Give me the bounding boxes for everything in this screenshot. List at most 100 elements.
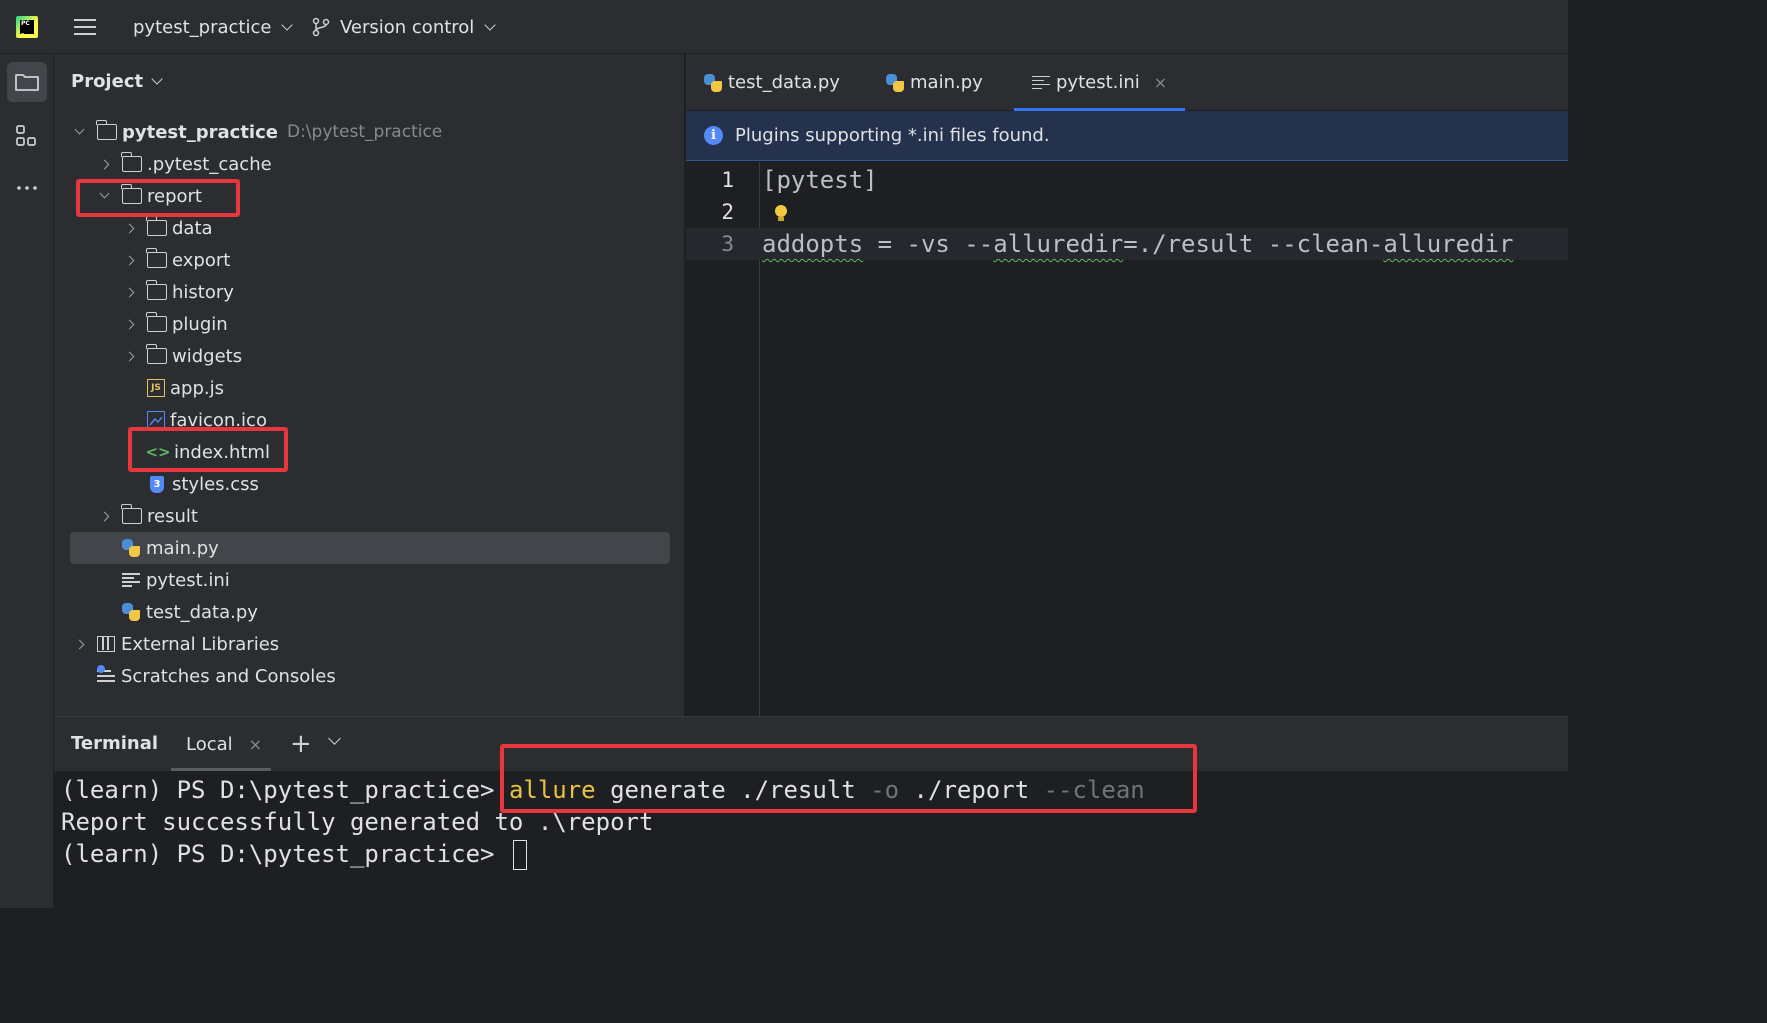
expand-arrow-icon[interactable] — [124, 255, 135, 265]
code-line-3[interactable]: 3 addopts = -vs --alluredir=./result --c… — [686, 228, 1568, 260]
tree-item-root[interactable]: pytest_practice D:\pytest_practice — [70, 116, 670, 148]
structure-icon — [16, 125, 36, 146]
tree-item-label: pytest_practice — [122, 121, 278, 143]
python-file-icon — [122, 603, 140, 621]
project-switcher[interactable]: pytest_practice — [133, 0, 294, 54]
expand-arrow-icon[interactable] — [124, 351, 135, 361]
folder-icon — [146, 280, 167, 300]
tree-item-label: styles.css — [172, 473, 259, 495]
expand-arrow-icon[interactable] — [99, 511, 110, 521]
tree-item-label: test_data.py — [146, 601, 258, 623]
expand-arrow-icon[interactable] — [124, 319, 135, 329]
python-icon — [886, 73, 904, 92]
tree-item-history[interactable]: history — [70, 276, 670, 308]
expand-arrow-icon[interactable] — [124, 223, 135, 233]
code-editor[interactable]: 1 [pytest] 2 3 addopts = -vs --alluredir… — [686, 162, 1568, 716]
folder-icon — [146, 248, 167, 268]
tree-item-test-data-py[interactable]: test_data.py — [70, 596, 670, 628]
tab-label: Local — [186, 733, 233, 755]
tree-item-label: External Libraries — [121, 633, 280, 655]
python-icon — [704, 73, 722, 92]
prompt: (learn) PS D:\pytest_practice> — [61, 776, 509, 804]
expand-arrow-icon[interactable] — [99, 159, 110, 169]
line-text: addopts = -vs --alluredir=./result --cle… — [762, 230, 1513, 258]
folder-icon — [15, 74, 39, 91]
expand-arrow-icon[interactable] — [74, 639, 85, 649]
code-line-2[interactable]: 2 — [686, 196, 1568, 228]
tab-test-data-py[interactable]: test_data.py — [704, 54, 840, 111]
tree-item-pytest-cache[interactable]: .pytest_cache — [70, 148, 670, 180]
lightbulb-icon[interactable] — [775, 205, 787, 221]
ini-file-icon — [1032, 75, 1050, 90]
editor-tabs: test_data.py main.py pytest.ini × — [686, 54, 1568, 111]
tree-item-label: Scratches and Consoles — [121, 665, 336, 687]
project-panel-header[interactable]: Project — [71, 71, 163, 92]
project-name: pytest_practice — [133, 16, 272, 38]
chevron-down-icon — [484, 18, 496, 31]
folder-icon — [146, 312, 167, 332]
code-fragment: =./result --clean- — [1123, 230, 1384, 258]
tab-label: pytest.ini — [1056, 72, 1140, 93]
library-icon — [97, 636, 115, 652]
tab-pytest-ini[interactable]: pytest.ini × — [1014, 54, 1186, 111]
highlight-box-report — [76, 179, 240, 217]
tree-item-result[interactable]: result — [70, 500, 670, 532]
pycharm-logo-icon[interactable]: PC _ — [16, 16, 38, 38]
tab-main-py[interactable]: main.py — [886, 54, 983, 111]
tree-item-external-libraries[interactable]: External Libraries — [70, 628, 670, 660]
structure-tool-button[interactable] — [7, 116, 47, 156]
tree-item-widgets[interactable]: widgets — [70, 340, 670, 372]
tree-item-export[interactable]: export — [70, 244, 670, 276]
notification-banner: i Plugins supporting *.ini files found. — [686, 111, 1568, 161]
tree-item-plugin[interactable]: plugin — [70, 308, 670, 340]
tab-label: test_data.py — [728, 72, 840, 93]
terminal-panel: Terminal Local × + (learn) PS D:\pytest_… — [54, 716, 1568, 908]
chevron-down-icon[interactable] — [328, 732, 341, 745]
banner-text: Plugins supporting *.ini files found. — [735, 125, 1050, 146]
vcs-label: Version control — [340, 16, 475, 38]
tree-item-pytest-ini[interactable]: pytest.ini — [70, 564, 670, 596]
tree-item-label: app.js — [170, 377, 224, 399]
folder-icon — [146, 344, 167, 364]
tree-item-styles-css[interactable]: 3 styles.css — [70, 468, 670, 500]
code-fragment: = -vs -- — [863, 230, 994, 258]
more-icon — [17, 186, 37, 190]
tab-label: main.py — [910, 72, 983, 93]
panel-title: Project — [71, 71, 144, 92]
folder-icon — [146, 216, 167, 236]
css-file-icon: 3 — [150, 475, 164, 493]
line-number: 3 — [721, 232, 734, 256]
javascript-file-icon: JS — [147, 379, 165, 397]
highlight-box-index-html — [128, 427, 288, 472]
chevron-down-icon — [281, 18, 294, 31]
more-tools-button[interactable] — [7, 168, 47, 208]
code-line-1[interactable]: 1 [pytest] — [686, 164, 1568, 196]
add-terminal-icon[interactable]: + — [290, 729, 312, 759]
tree-item-label: .pytest_cache — [147, 153, 272, 175]
line-text: [pytest] — [762, 166, 878, 194]
tree-item-label: widgets — [172, 345, 243, 367]
folder-icon — [121, 152, 142, 172]
terminal-line-3[interactable]: (learn) PS D:\pytest_practice> — [61, 838, 527, 870]
expand-arrow-icon[interactable] — [74, 124, 85, 135]
expand-arrow-icon[interactable] — [124, 287, 135, 297]
close-icon[interactable]: × — [249, 735, 262, 754]
tree-item-app-js[interactable]: JS app.js — [70, 372, 670, 404]
info-icon: i — [704, 126, 723, 145]
main-menu-icon[interactable] — [72, 0, 98, 54]
prompt: (learn) PS D:\pytest_practice> — [61, 840, 509, 868]
tab-local[interactable]: Local × — [171, 717, 271, 771]
ini-file-icon — [122, 573, 140, 587]
version-control-menu[interactable]: Version control — [312, 0, 496, 54]
line-number: 2 — [721, 200, 734, 224]
project-tool-button[interactable] — [7, 62, 47, 102]
python-file-icon — [122, 539, 140, 557]
tree-item-label: history — [172, 281, 234, 303]
tree-item-main-py[interactable]: main.py — [70, 532, 670, 564]
chevron-down-icon — [151, 73, 163, 85]
editor-area: test_data.py main.py pytest.ini × i Plug… — [686, 54, 1568, 716]
close-icon[interactable]: × — [1154, 73, 1167, 92]
tool-window-strip — [0, 54, 54, 908]
tree-item-scratches[interactable]: Scratches and Consoles — [70, 660, 670, 692]
tree-item-label: plugin — [172, 313, 228, 335]
